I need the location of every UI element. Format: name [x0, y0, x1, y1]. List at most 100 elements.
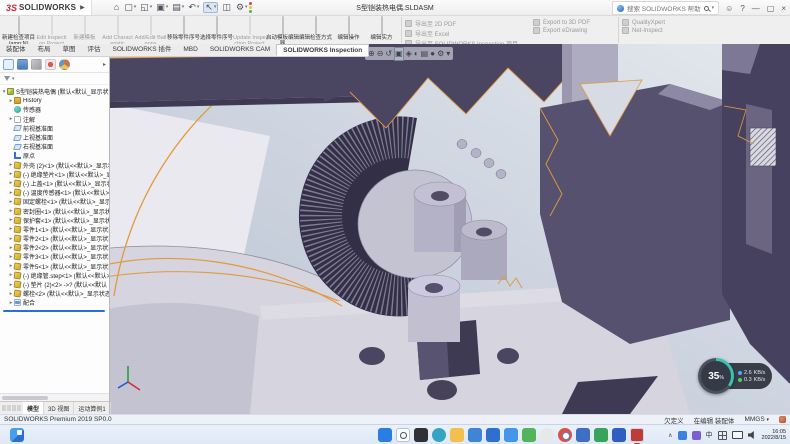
hidden-icons-chevron[interactable]: ∧	[668, 432, 672, 439]
save-icon[interactable]: ▣▾	[156, 3, 168, 12]
displaymanager-tab[interactable]	[59, 59, 70, 70]
taskbar-browser-icon[interactable]	[540, 428, 554, 442]
command-manager-tab[interactable]: SOLIDWORKS Inspection	[276, 44, 369, 56]
display-tray-icon[interactable]	[732, 431, 743, 439]
scrollbar-thumb[interactable]	[2, 396, 48, 400]
widgets-button[interactable]	[10, 428, 24, 442]
launch-template-editor-button[interactable]: 启动模板编辑器	[266, 17, 299, 47]
edit-actual-button[interactable]: 编辑实方	[365, 17, 398, 42]
status-units-selector[interactable]: MMGS ▾	[744, 416, 769, 423]
tree-filter-row[interactable]: ▾	[0, 73, 109, 85]
command-manager-tab[interactable]: 布局	[32, 44, 57, 56]
edit-inspection-method-button[interactable]: 编辑检查方式	[299, 17, 332, 42]
tree-item[interactable]: ▸ 零件3<1> (默认<<默认>_显示状态	[1, 252, 109, 261]
tree-horizontal-scrollbar[interactable]	[0, 393, 109, 401]
status-tray-icon[interactable]	[779, 416, 786, 423]
inner-cylinder-3[interactable]	[408, 275, 460, 342]
tree-item[interactable]: ▸ (-) 上盖<1> (默认<<默认>_显示状	[1, 179, 109, 188]
view-settings-icon[interactable]: ▾	[446, 48, 450, 60]
search-magnifier-icon[interactable]	[704, 6, 709, 11]
tree-item[interactable]: ▸ 螺栓<2> (默认<<默认>_显示状态	[1, 289, 109, 298]
taskbar-chrome-icon[interactable]	[558, 428, 572, 442]
user-account-icon[interactable]: ☺	[725, 4, 733, 13]
edit-appearance-icon[interactable]: ●	[430, 48, 435, 60]
dropdown-arrow-icon[interactable]: ▾	[150, 3, 153, 12]
dropdown-arrow-icon[interactable]: ▾	[197, 3, 200, 12]
tab-scroll-arrows[interactable]	[0, 402, 23, 414]
tree-item[interactable]: 传感器	[1, 105, 109, 114]
restore-button[interactable]: ▢	[767, 4, 775, 13]
graphics-viewport[interactable]: ⊕⊖↺▣◈◐▤●⚙▾ 35% 2.6KB/s0.3KB/s	[110, 44, 790, 414]
qualityxpert-button[interactable]: QualityXpert	[622, 19, 682, 26]
tray-app-icon-blue[interactable]	[678, 431, 687, 440]
edit-inspection-project-button[interactable]: Edit Inspection Project	[35, 17, 68, 47]
zoom-to-area-icon[interactable]: ⊖	[377, 48, 384, 60]
tree-item[interactable]: ▸ 零件5<1> (默认<<默认>_显示状态	[1, 262, 109, 271]
command-manager-tab[interactable]: 评估	[82, 44, 107, 56]
net-inspect-button[interactable]: Net-Inspect	[622, 27, 682, 34]
export-excel-button[interactable]: 导出至 Excel	[405, 29, 533, 38]
tree-item[interactable]: ▸ 零件2<1> (默认<<默认>_显示状态	[1, 234, 109, 243]
tree-item[interactable]: ▸ 零件2<2> (默认<<默认>_显示状态	[1, 243, 109, 252]
tree-item[interactable]: ▸ (-) 绝缘管.step<1> (默认<<默认>	[1, 271, 109, 280]
tree-item[interactable]: ▸ 配合	[1, 298, 109, 307]
minimize-button[interactable]: —	[752, 4, 760, 13]
tree-item[interactable]: ▸ 外壳 (2)<1> (默认<<默认>_显示状	[1, 161, 109, 170]
help-icon[interactable]: ?	[740, 4, 744, 13]
add-edit-balloons-button[interactable]: Add/Edit Balloons	[134, 17, 167, 47]
taskbar-word-app-icon[interactable]	[612, 428, 626, 442]
tree-item[interactable]: ▸ 保护套<1> (默认<<默认>_显示状	[1, 216, 109, 225]
taskbar-security-app-icon[interactable]	[522, 428, 536, 442]
command-manager-tab[interactable]: 草图	[57, 44, 82, 56]
tree-item[interactable]: ▾ S型铠装热电偶 (默认<默认_显示状态-1>	[1, 87, 109, 96]
taskbar-store-icon[interactable]	[486, 428, 500, 442]
tree-item[interactable]: ▸ 零件1<1> (默认<<默认>_显示状态	[1, 225, 109, 234]
tree-item[interactable]: ▸ (-) 绝缘垫片<1> (默认<<默认>_显	[1, 170, 109, 179]
dropdown-arrow-icon[interactable]: ▾	[134, 3, 137, 12]
taskbar-task-view-button[interactable]	[414, 428, 428, 442]
taskbar-start-button[interactable]	[378, 428, 392, 442]
rollback-bar[interactable]	[3, 310, 105, 312]
undo-icon[interactable]: ↶▾	[188, 3, 199, 12]
dropdown-arrow-icon[interactable]: ▾	[166, 3, 169, 12]
tree-item[interactable]: ▸ History	[1, 96, 109, 105]
featuremanager-tree-tab[interactable]	[3, 59, 14, 70]
units-dropdown-icon[interactable]: ▾	[766, 417, 769, 423]
tree-item[interactable]: ▸ 固定螺栓<1> (默认<<默认>_显示	[1, 197, 109, 206]
display-settings-icon[interactable]: ◫	[222, 3, 232, 12]
rebuild-traffic-light-icon[interactable]	[248, 2, 253, 13]
model-tab[interactable]: 3D 视图	[44, 402, 74, 414]
inner-cylinder-2[interactable]	[461, 220, 507, 280]
add-characteristic-button[interactable]: Add Characteristic	[101, 17, 134, 47]
inner-cylinder-1[interactable]	[414, 182, 466, 252]
command-manager-tab[interactable]: 装配体	[0, 44, 32, 56]
command-manager-tab[interactable]: SOLIDWORKS CAM	[204, 44, 276, 56]
taskbar-reader-app-icon[interactable]	[576, 428, 590, 442]
export-2d-pdf-button[interactable]: 导出至 2D PDF	[405, 19, 533, 28]
command-manager-tab[interactable]: MBD	[177, 44, 203, 56]
model-tab[interactable]: 模型	[23, 402, 44, 414]
ime-language-indicator[interactable]: 中	[706, 430, 713, 440]
home-icon[interactable]: ⌂	[114, 3, 120, 12]
apply-scene-icon[interactable]: ⚙	[437, 48, 444, 60]
tree-item[interactable]: 前视基准面	[1, 124, 109, 133]
dropdown-arrow-icon[interactable]: ▾	[214, 3, 217, 12]
taskbar-edge-icon[interactable]	[432, 428, 446, 442]
taskbar-clock[interactable]: 16:05 2022/8/15	[762, 429, 786, 442]
search-dropdown-icon[interactable]: ▾	[712, 5, 715, 11]
new-inspection-project-button[interactable]: 新建检查项目 (amp;N)	[2, 17, 35, 47]
tree-item[interactable]: 右视基准面	[1, 142, 109, 151]
export-3d-pdf-button[interactable]: Export to 3D PDF	[533, 19, 615, 26]
performance-overlay[interactable]: 35% 2.6KB/s0.3KB/s	[698, 358, 772, 394]
sectioned-block-right[interactable]	[540, 80, 730, 344]
panel-tab-overflow-icon[interactable]: ▸	[103, 61, 106, 68]
select-balloons-button[interactable]: 选择零件序号	[200, 17, 233, 42]
new-template-button[interactable]: 新建模板	[68, 17, 101, 42]
model-canvas[interactable]	[110, 44, 790, 414]
view-orientation-icon[interactable]: ◈	[406, 48, 412, 60]
search-box[interactable]: 搜索 SOLIDWORKS 帮助 ▾	[612, 1, 719, 15]
taskbar-wps-icon[interactable]	[594, 428, 608, 442]
open-icon[interactable]: ◱▾	[140, 3, 152, 12]
taskbar-search-button[interactable]	[396, 428, 410, 442]
print-icon[interactable]: ▤▾	[172, 3, 184, 12]
